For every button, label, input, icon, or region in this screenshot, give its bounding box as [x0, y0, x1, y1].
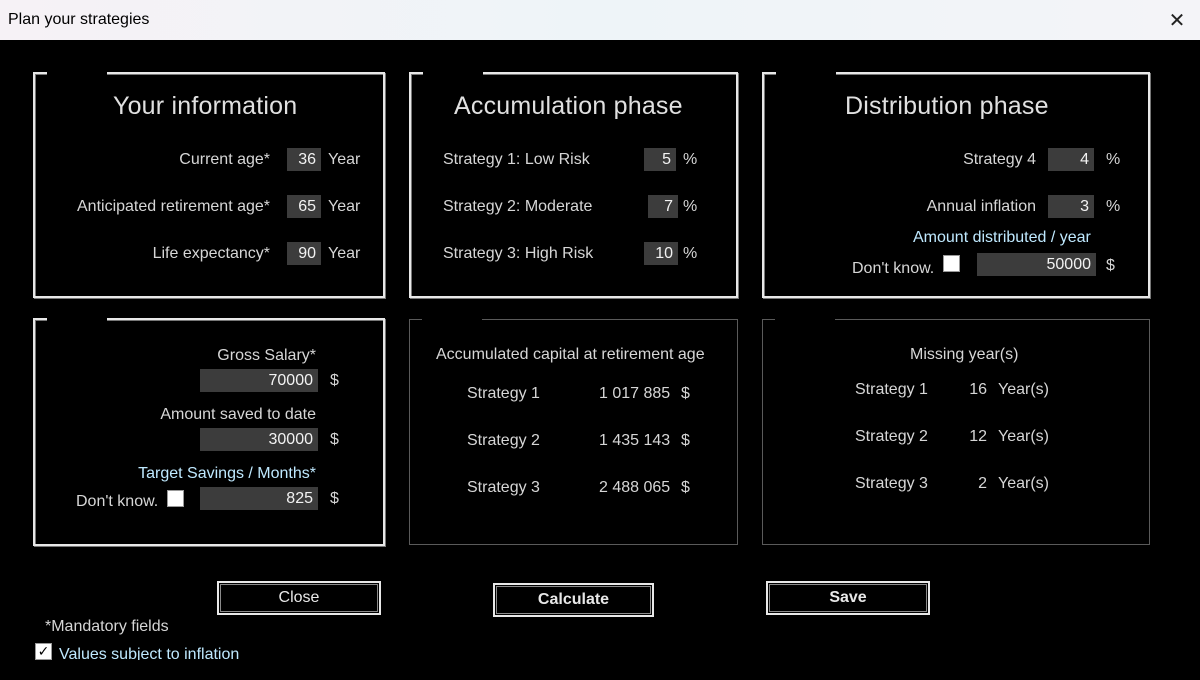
- strategy-4-unit: %: [1106, 151, 1121, 168]
- strategy-1-label: Strategy 1: Low Risk: [443, 151, 590, 168]
- capital-strategy-3-label: Strategy 3: [467, 479, 540, 496]
- panel-heading: Your information: [113, 92, 298, 120]
- capital-strategy-2-unit: $: [681, 432, 690, 449]
- current-age-input[interactable]: 36: [287, 148, 321, 171]
- annual-inflation-unit: %: [1106, 198, 1121, 215]
- strategy-2-label: Strategy 2: Moderate: [443, 198, 593, 215]
- annual-inflation-input[interactable]: 3: [1048, 195, 1094, 218]
- life-expectancy-input[interactable]: 90: [287, 242, 321, 265]
- strategy-1-unit: %: [683, 151, 698, 168]
- current-age-label: Current age*: [179, 151, 270, 168]
- missing-strategy-2-value: 12: [969, 428, 987, 445]
- target-savings-input[interactable]: 825: [200, 487, 318, 510]
- capital-strategy-1-value: 1 017 885: [599, 385, 671, 402]
- target-savings-unit: $: [330, 490, 339, 507]
- window-title: Plan your strategies: [8, 11, 150, 28]
- strategy-2-unit: %: [683, 198, 698, 215]
- amount-saved-label: Amount saved to date: [160, 406, 316, 423]
- missing-strategy-2-unit: Year(s): [998, 428, 1049, 445]
- target-savings-label: Target Savings / Months*: [138, 465, 316, 482]
- strategy-4-input[interactable]: 4: [1048, 148, 1094, 171]
- strategy-3-unit: %: [683, 245, 698, 262]
- capital-strategy-3-value: 2 488 065: [599, 479, 671, 496]
- retirement-age-label: Anticipated retirement age*: [77, 198, 270, 215]
- strategy-3-label: Strategy 3: High Risk: [443, 245, 594, 262]
- dialog-body: Your information Current age* 36 Year An…: [0, 40, 1200, 680]
- accumulated-capital-panel: Accumulated capital at retirement age St…: [409, 317, 738, 545]
- gross-salary-input[interactable]: 70000: [200, 369, 318, 392]
- close-button[interactable]: Close: [217, 581, 381, 615]
- your-information-panel: Your information Current age* 36 Year An…: [33, 71, 385, 298]
- checkmark-icon: ✓: [37, 643, 50, 659]
- amount-distributed-input[interactable]: 50000: [977, 253, 1096, 276]
- inflation-checkbox[interactable]: ✓: [35, 643, 52, 660]
- capital-strategy-2-label: Strategy 2: [467, 432, 540, 449]
- capital-strategy-3-unit: $: [681, 479, 690, 496]
- panel-heading: Accumulation phase: [454, 92, 683, 120]
- title-bar: Plan your strategies ✕: [0, 0, 1200, 40]
- missing-strategy-1-unit: Year(s): [998, 381, 1049, 398]
- capital-strategy-2-value: 1 435 143: [599, 432, 671, 449]
- missing-years-title: Missing year(s): [910, 346, 1019, 363]
- retirement-age-unit: Year: [328, 198, 361, 215]
- dont-know-checkbox[interactable]: [943, 255, 960, 272]
- strategy-2-input[interactable]: 7: [648, 195, 678, 218]
- savings-panel: Gross Salary* 70000 $ Amount saved to da…: [33, 317, 385, 546]
- inflation-checkbox-label[interactable]: Values subject to inflation: [59, 646, 239, 660]
- calculate-button[interactable]: Calculate: [493, 583, 654, 617]
- mandatory-fields-note: *Mandatory fields: [45, 618, 169, 635]
- missing-strategy-1-label: Strategy 1: [855, 381, 928, 398]
- missing-strategy-1-value: 16: [969, 381, 987, 398]
- close-icon[interactable]: ✕: [1154, 0, 1200, 40]
- dont-know-label: Don't know.: [76, 493, 159, 509]
- panel-heading: Distribution phase: [845, 92, 1049, 120]
- strategy-4-label: Strategy 4: [963, 151, 1036, 168]
- amount-distributed-label: Amount distributed / year: [913, 229, 1091, 246]
- missing-strategy-3-unit: Year(s): [998, 475, 1049, 492]
- amount-distributed-unit: $: [1106, 257, 1115, 274]
- current-age-unit: Year: [328, 151, 361, 168]
- missing-strategy-3-label: Strategy 3: [855, 475, 928, 492]
- amount-saved-unit: $: [330, 431, 339, 448]
- annual-inflation-label: Annual inflation: [926, 198, 1036, 215]
- distribution-phase-panel: Distribution phase Strategy 4 4 % Annual…: [762, 71, 1150, 298]
- life-expectancy-unit: Year: [328, 245, 361, 262]
- accumulated-capital-title: Accumulated capital at retirement age: [436, 346, 705, 363]
- amount-saved-input[interactable]: 30000: [200, 428, 318, 451]
- dont-know-checkbox[interactable]: [167, 490, 184, 507]
- missing-strategy-3-value: 2: [978, 475, 987, 492]
- life-expectancy-label: Life expectancy*: [152, 245, 270, 262]
- strategy-3-input[interactable]: 10: [644, 242, 678, 265]
- missing-strategy-2-label: Strategy 2: [855, 428, 928, 445]
- gross-salary-label: Gross Salary*: [217, 347, 316, 364]
- retirement-age-input[interactable]: 65: [287, 195, 321, 218]
- dont-know-label: Don't know.: [852, 260, 935, 276]
- accumulation-phase-panel: Accumulation phase Strategy 1: Low Risk …: [409, 71, 738, 298]
- save-button[interactable]: Save: [766, 581, 930, 615]
- strategy-1-input[interactable]: 5: [644, 148, 676, 171]
- capital-strategy-1-unit: $: [681, 385, 690, 402]
- gross-salary-unit: $: [330, 372, 339, 389]
- missing-years-panel: Missing year(s) Strategy 1 16 Year(s) St…: [762, 317, 1150, 545]
- capital-strategy-1-label: Strategy 1: [467, 385, 540, 402]
